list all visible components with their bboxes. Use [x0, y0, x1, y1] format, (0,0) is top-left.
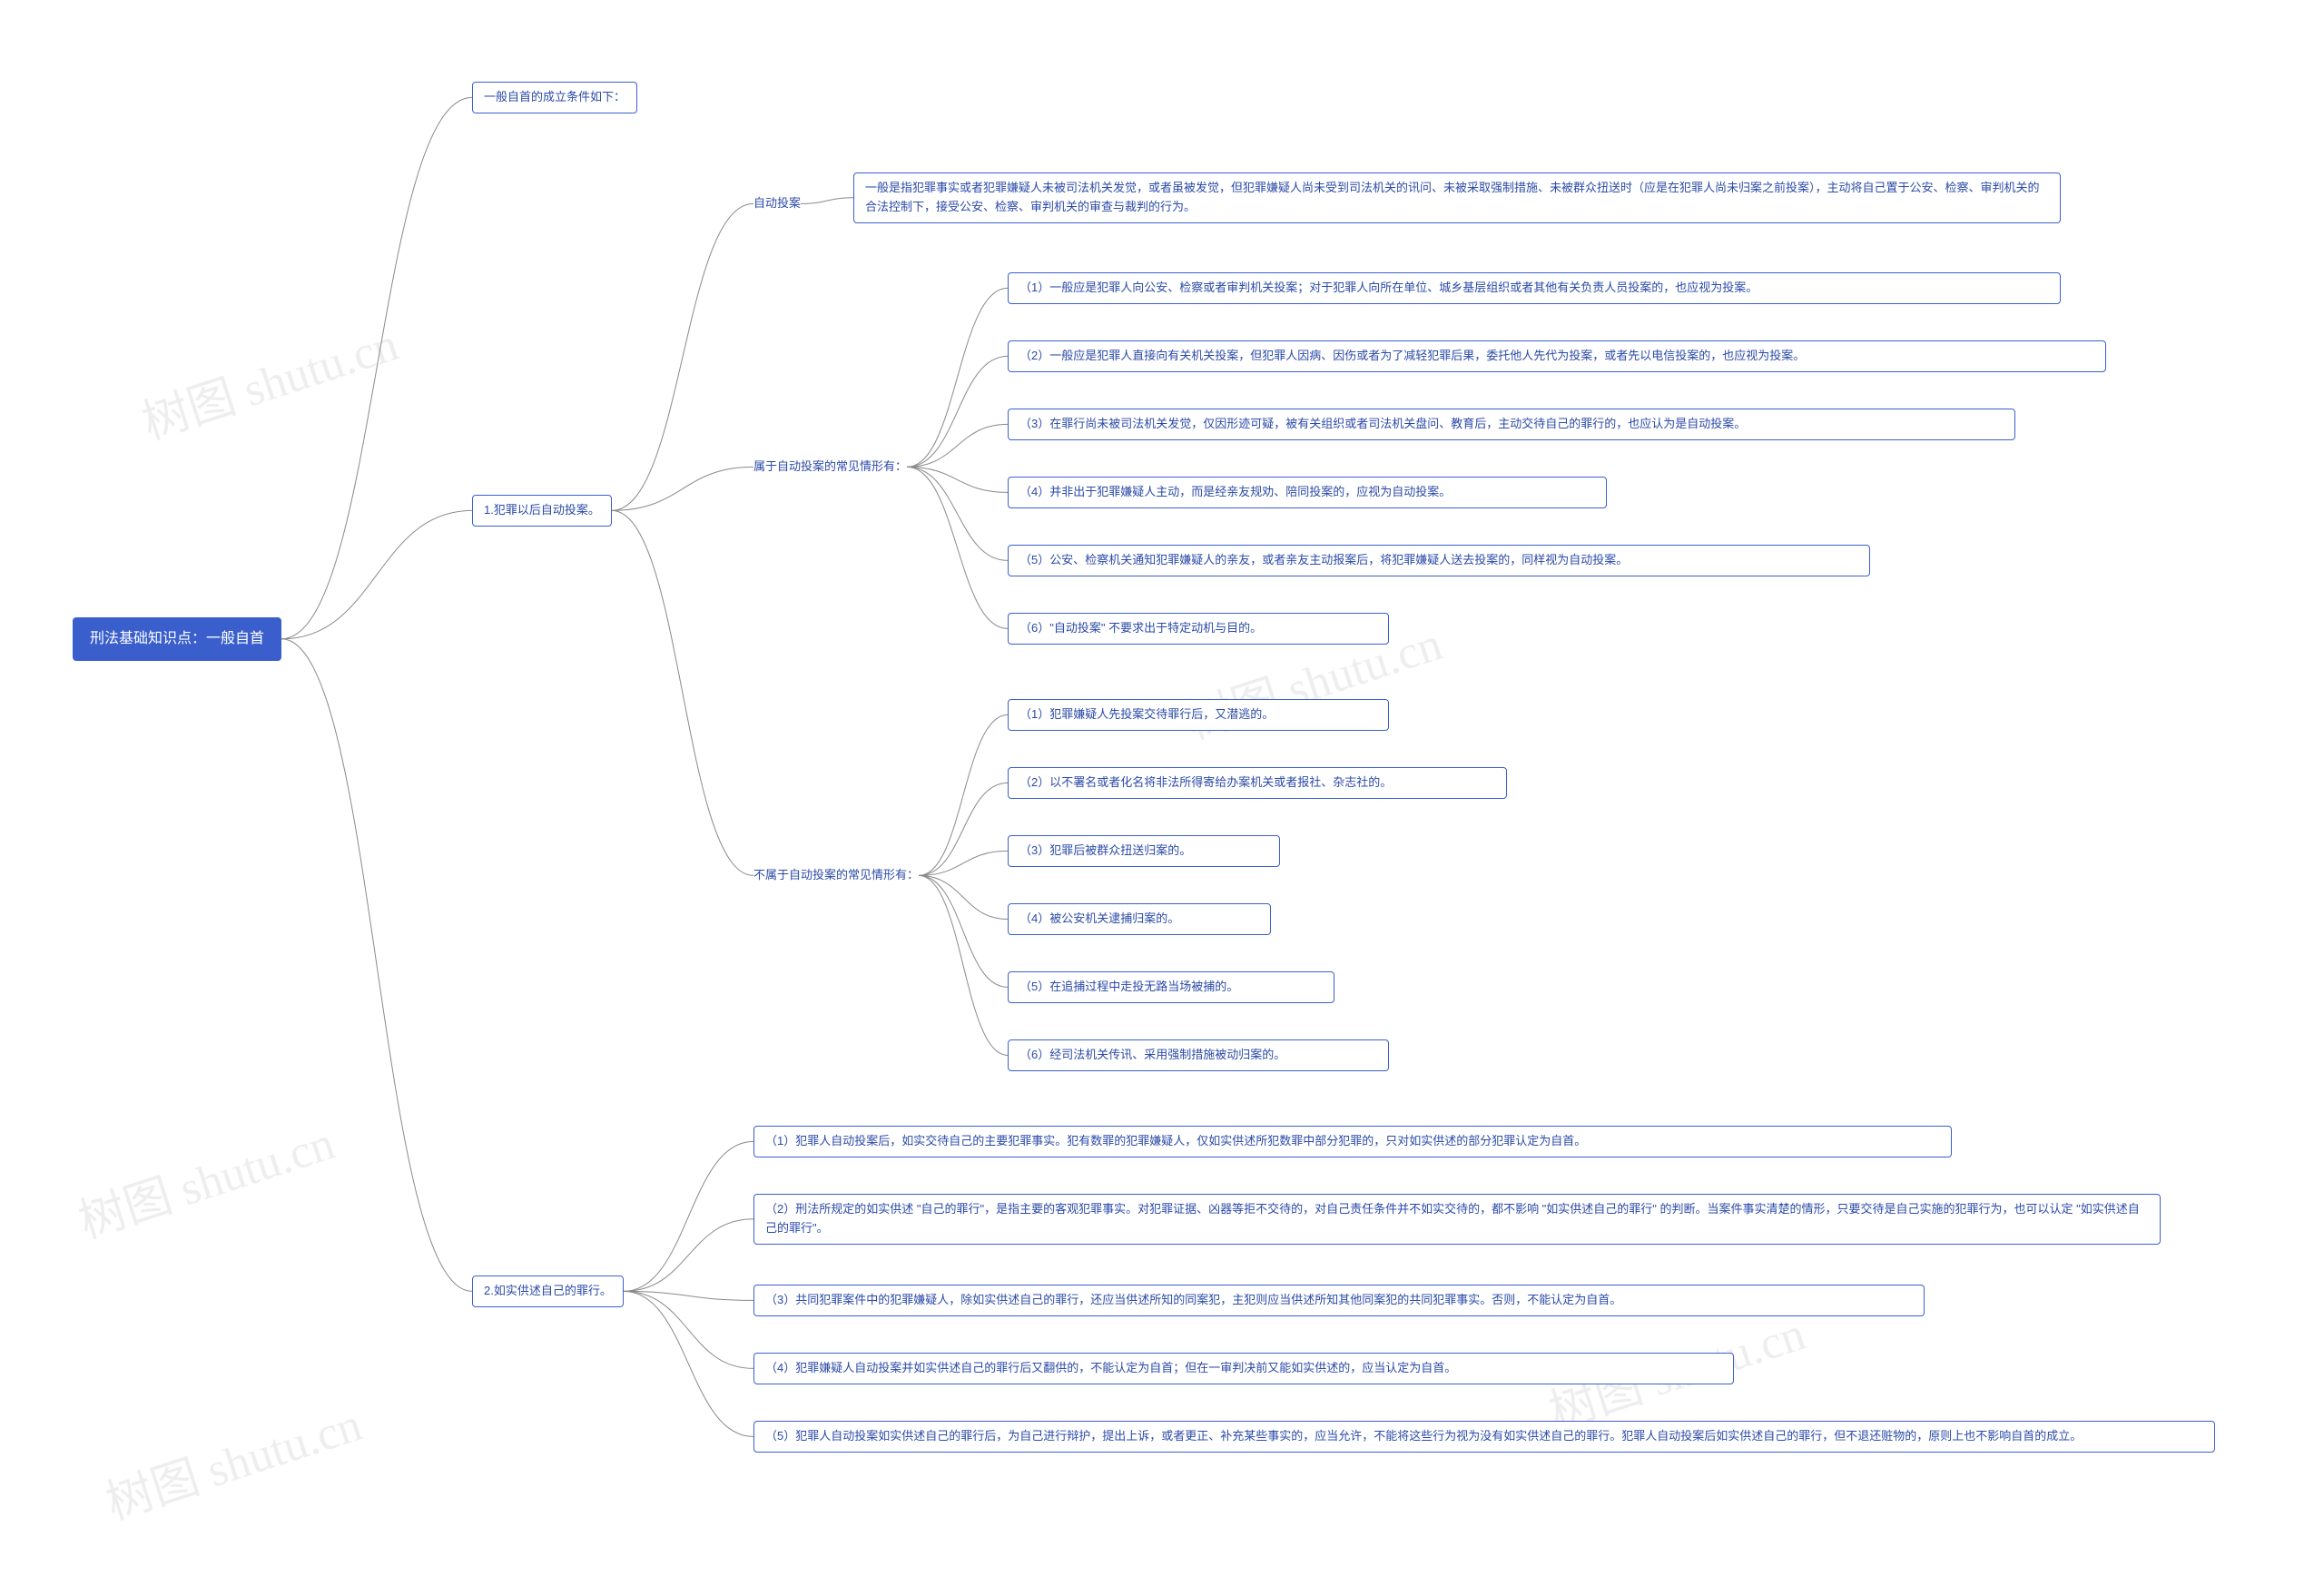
auto-surrender-def-desc[interactable]: 一般是指犯罪事实或者犯罪嫌疑人未被司法机关发觉，或者虽被发觉，但犯罪嫌疑人尚未受… — [853, 172, 2061, 223]
mindmap-canvas[interactable]: 树图 shutu.cn 树图 shutu.cn 树图 shutu.cn 树图 s… — [0, 0, 2324, 1576]
not-belongs-item[interactable]: （6）经司法机关传讯、采用强制措施被动归案的。 — [1008, 1039, 1389, 1071]
belongs-item[interactable]: （2）一般应是犯罪人直接向有关机关投案，但犯罪人因病、因伤或者为了减轻犯罪后果，… — [1008, 340, 2106, 372]
belongs-item[interactable]: （1）一般应是犯罪人向公安、检察或者审判机关投案；对于犯罪人向所在单位、城乡基层… — [1008, 272, 2061, 304]
truthful-item[interactable]: （4）犯罪嫌疑人自动投案并如实供述自己的罪行后又翻供的，不能认定为自首；但在一审… — [753, 1353, 1734, 1384]
branch-truthful-statement[interactable]: 2.如实供述自己的罪行。 — [472, 1276, 624, 1307]
belongs-item[interactable]: （3）在罪行尚未被司法机关发觉，仅因形迹可疑，被有关组织或者司法机关盘问、教育后… — [1008, 409, 2015, 440]
not-belongs-item[interactable]: （2）以不署名或者化名将非法所得寄给办案机关或者报社、杂志社的。 — [1008, 767, 1507, 799]
watermark: 树图 shutu.cn — [133, 306, 406, 452]
branch-auto-surrender[interactable]: 1.犯罪以后自动投案。 — [472, 495, 612, 527]
belongs-item[interactable]: （5）公安、检察机关通知犯罪嫌疑人的亲友，或者亲友主动报案后，将犯罪嫌疑人送去投… — [1008, 545, 1870, 576]
branch-conditions-heading[interactable]: 一般自首的成立条件如下： — [472, 82, 637, 113]
truthful-item[interactable]: （2）刑法所规定的如实供述 "自己的罪行"，是指主要的客观犯罪事实。对犯罪证据、… — [753, 1194, 2161, 1245]
belongs-auto-cases-label: 属于自动投案的常见情形有： — [753, 454, 907, 480]
root-node[interactable]: 刑法基础知识点：一般自首 — [73, 617, 281, 661]
belongs-item[interactable]: （4）并非出于犯罪嫌疑人主动，而是经亲友规劝、陪同投案的，应视为自动投案。 — [1008, 477, 1607, 508]
truthful-item[interactable]: （1）犯罪人自动投案后，如实交待自己的主要犯罪事实。犯有数罪的犯罪嫌疑人，仅如实… — [753, 1126, 1952, 1157]
not-belongs-item[interactable]: （5）在追捕过程中走投无路当场被捕的。 — [1008, 971, 1334, 1003]
truthful-item[interactable]: （3）共同犯罪案件中的犯罪嫌疑人，除如实供述自己的罪行，还应当供述所知的同案犯，… — [753, 1285, 1925, 1316]
not-belongs-item[interactable]: （1）犯罪嫌疑人先投案交待罪行后，又潜逃的。 — [1008, 699, 1389, 731]
not-belongs-item[interactable]: （4）被公安机关逮捕归案的。 — [1008, 903, 1271, 935]
watermark: 树图 shutu.cn — [96, 1386, 369, 1532]
not-belongs-item[interactable]: （3）犯罪后被群众扭送归案的。 — [1008, 835, 1280, 867]
not-belongs-auto-cases-label: 不属于自动投案的常见情形有： — [753, 862, 919, 889]
watermark: 树图 shutu.cn — [69, 1105, 342, 1251]
belongs-item[interactable]: （6）"自动投案" 不要求出于特定动机与目的。 — [1008, 613, 1389, 645]
truthful-item[interactable]: （5）犯罪人自动投案如实供述自己的罪行后，为自己进行辩护，提出上诉，或者更正、补… — [753, 1421, 2215, 1453]
auto-surrender-def-label: 自动投案 — [753, 191, 801, 217]
